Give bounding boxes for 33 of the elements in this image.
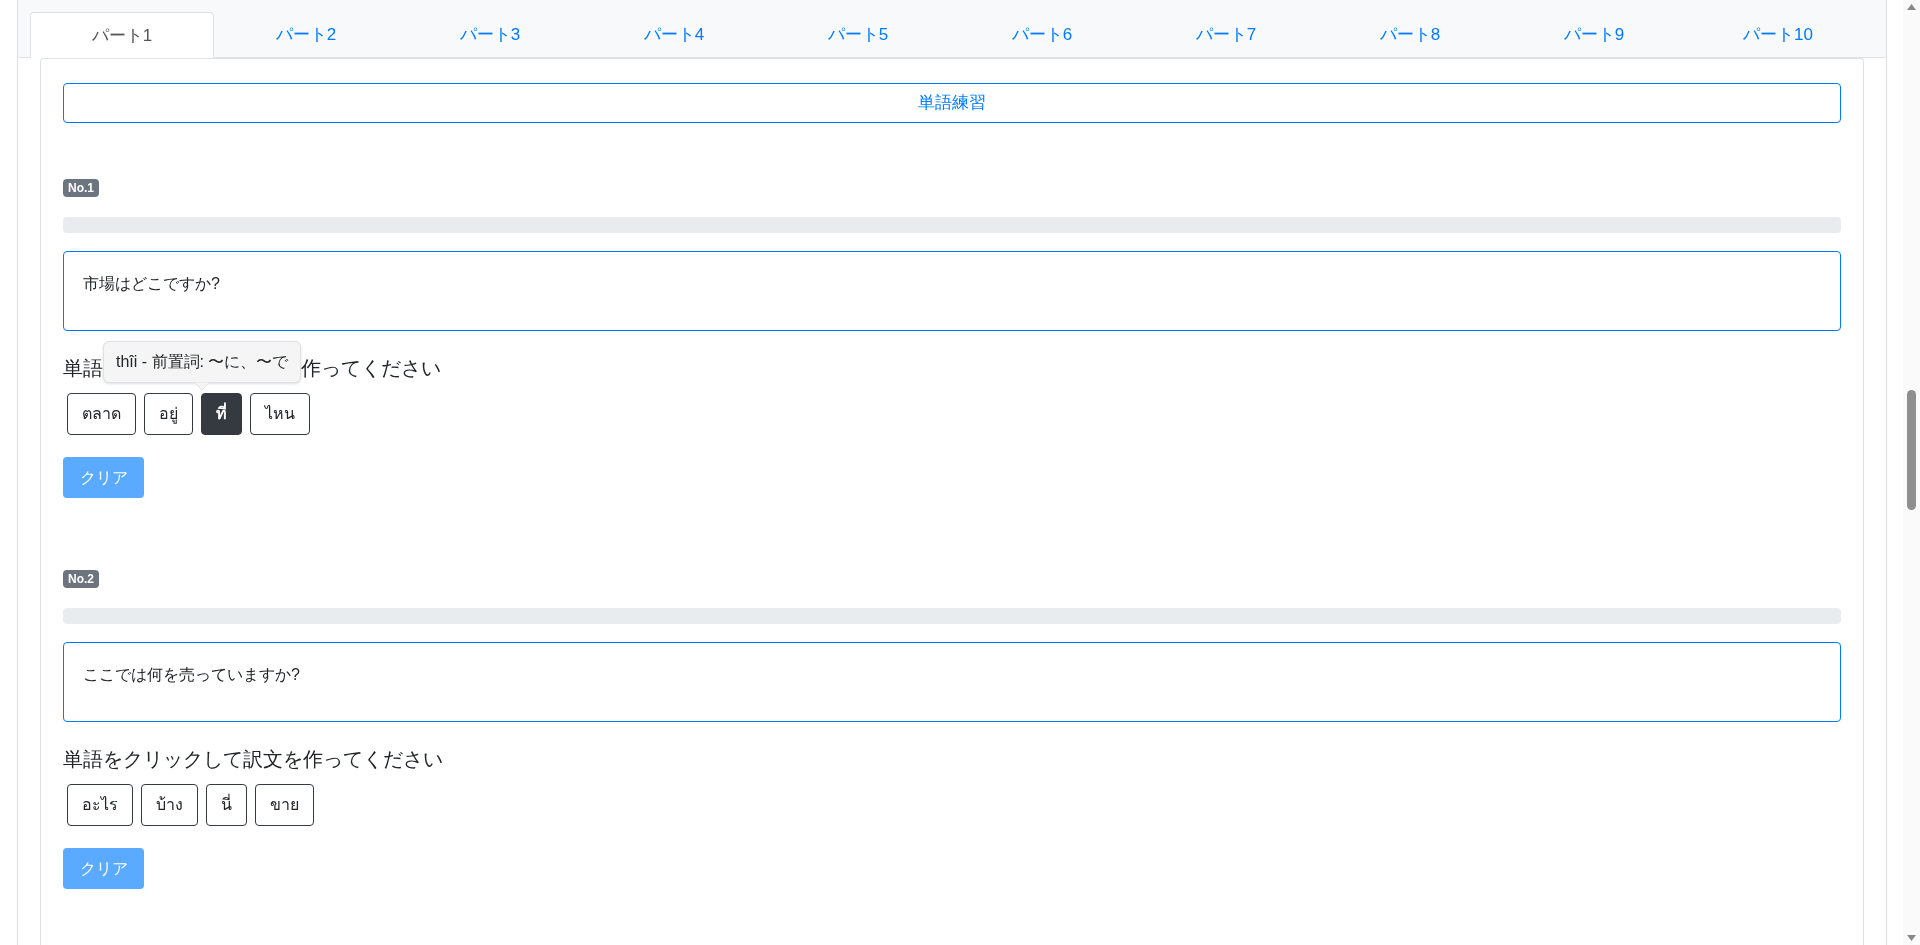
number-badge: No.2 xyxy=(63,570,99,588)
scroll-up-icon[interactable] xyxy=(1907,4,1916,10)
word-button[interactable]: นี่ xyxy=(206,784,247,826)
part-tab[interactable]: パート7 xyxy=(1134,12,1318,58)
word-button[interactable]: อะไร xyxy=(67,784,133,826)
clear-button[interactable]: クリア xyxy=(63,457,144,498)
practice-button[interactable]: 単語練習 xyxy=(63,83,1841,123)
word-button[interactable]: ไหน xyxy=(250,393,310,435)
tooltip: thîi - 前置詞: 〜に、〜で xyxy=(103,341,302,383)
scroll-down-icon[interactable] xyxy=(1907,935,1916,941)
number-badge: No.1 xyxy=(63,179,99,197)
part-tab[interactable]: パート5 xyxy=(766,12,950,58)
instruction-text: 作ってください xyxy=(301,356,442,381)
tooltip-arrow-icon xyxy=(194,382,211,390)
instruction-text: 単語 xyxy=(63,356,103,381)
sentence-box: ここでは何を売っていますか? xyxy=(63,642,1841,722)
part-tab[interactable]: パート8 xyxy=(1318,12,1502,58)
part-tab[interactable]: パート6 xyxy=(950,12,1134,58)
part-tab[interactable]: パート1 xyxy=(30,12,214,58)
scrollbar-thumb[interactable] xyxy=(1907,390,1916,510)
part-tab[interactable]: パート2 xyxy=(214,12,398,58)
word-button[interactable]: อยู่ xyxy=(144,393,193,435)
word-button[interactable]: บ้าง xyxy=(141,784,198,826)
part-tab[interactable]: パート3 xyxy=(398,12,582,58)
part-tab[interactable]: パート4 xyxy=(582,12,766,58)
part-tab[interactable]: パート9 xyxy=(1502,12,1686,58)
word-button[interactable]: ตลาด xyxy=(67,393,136,435)
sentence-box: 市場はどこですか? xyxy=(63,251,1841,331)
instruction-text: 単語をクリックして訳文を作ってください xyxy=(63,747,443,772)
word-button[interactable]: ที่ xyxy=(201,393,242,435)
clear-button[interactable]: クリア xyxy=(63,848,144,889)
part-tab[interactable]: パート10 xyxy=(1686,12,1870,58)
word-button[interactable]: ขาย xyxy=(255,784,314,826)
